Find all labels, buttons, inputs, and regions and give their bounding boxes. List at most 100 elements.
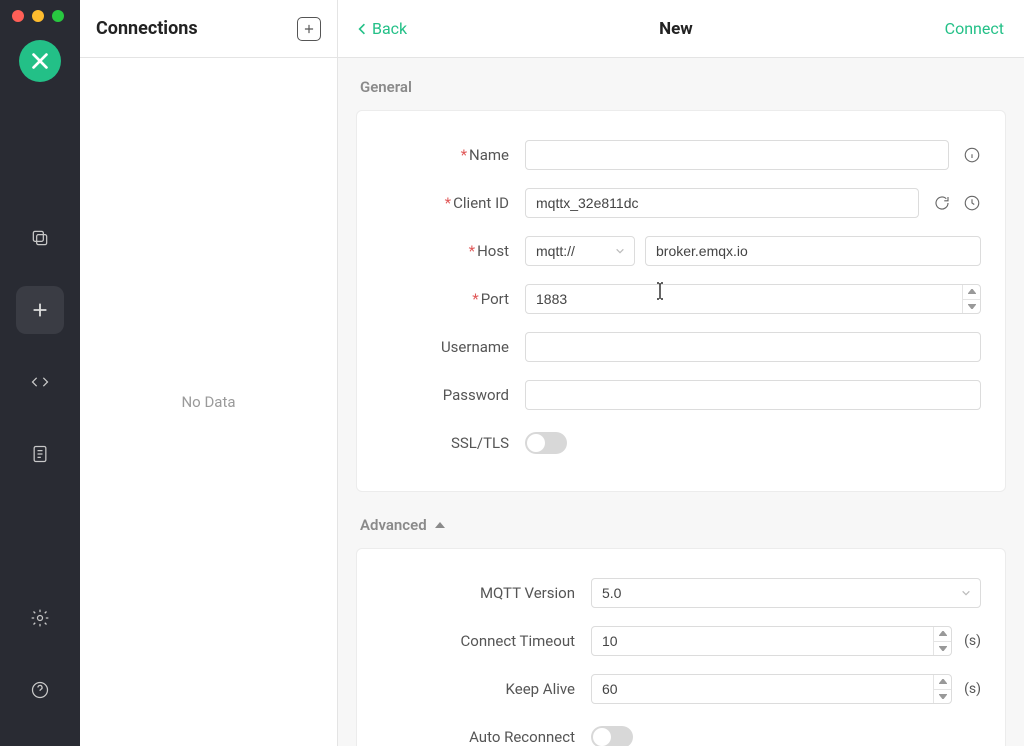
row-port: *Port xyxy=(381,277,981,321)
port-label-text: Port xyxy=(481,290,509,308)
password-input[interactable] xyxy=(525,380,981,410)
keep-alive-stepper[interactable] xyxy=(933,675,951,703)
clock-icon[interactable] xyxy=(963,194,981,212)
copy-icon xyxy=(30,228,50,248)
auto-reconnect-toggle[interactable] xyxy=(591,726,633,746)
ct-step-down[interactable] xyxy=(934,641,951,656)
row-username: Username xyxy=(381,325,981,369)
nav-settings[interactable] xyxy=(16,594,64,642)
row-client-id: *Client ID xyxy=(381,181,981,225)
logo-x-icon xyxy=(29,50,51,72)
row-ssl: SSL/TLS xyxy=(381,421,981,465)
refresh-icon[interactable] xyxy=(933,194,951,212)
name-label-text: Name xyxy=(469,146,509,164)
caret-down-icon xyxy=(939,694,947,699)
help-icon xyxy=(30,680,50,700)
window-traffic-lights xyxy=(12,10,64,22)
clientid-input[interactable] xyxy=(525,188,919,218)
close-window-button[interactable] xyxy=(12,10,24,22)
plus-icon xyxy=(29,299,51,321)
app-root: Connections No Data Back New Connect Gen… xyxy=(0,0,1024,746)
row-host: *Host xyxy=(381,229,981,273)
connections-empty: No Data xyxy=(80,58,337,746)
host-label: *Host xyxy=(381,242,525,260)
username-label: Username xyxy=(381,338,525,356)
port-step-up[interactable] xyxy=(963,285,980,299)
advanced-section-text: Advanced xyxy=(360,516,427,534)
row-keep-alive: Keep Alive (s) xyxy=(381,667,981,711)
detail-panel: Back New Connect General *Name *Client I… xyxy=(338,0,1024,746)
caret-up-icon xyxy=(939,679,947,684)
connections-title: Connections xyxy=(96,18,198,39)
plus-small-icon xyxy=(302,22,316,36)
mqtt-version-select[interactable] xyxy=(591,578,981,608)
chevron-left-icon xyxy=(358,22,366,36)
row-name: *Name xyxy=(381,133,981,177)
detail-header: Back New Connect xyxy=(338,0,1024,58)
clientid-label: *Client ID xyxy=(381,194,525,212)
keep-alive-label: Keep Alive xyxy=(381,680,591,698)
ct-step-up[interactable] xyxy=(934,627,951,641)
mqtt-version-value[interactable] xyxy=(591,578,981,608)
page-title: New xyxy=(659,19,693,39)
port-input[interactable] xyxy=(525,284,981,314)
detail-body: General *Name *Client ID xyxy=(338,58,1024,746)
caret-up-icon xyxy=(435,522,445,528)
info-icon[interactable] xyxy=(963,146,981,164)
mqtt-version-label: MQTT Version xyxy=(381,584,591,602)
port-label: *Port xyxy=(381,290,525,308)
password-label: Password xyxy=(381,386,525,404)
app-logo xyxy=(19,40,61,82)
caret-up-icon xyxy=(939,631,947,636)
caret-down-icon xyxy=(968,304,976,309)
nav-copy-icon[interactable] xyxy=(16,214,64,262)
scheme-select[interactable] xyxy=(525,236,635,266)
row-connect-timeout: Connect Timeout (s) xyxy=(381,619,981,663)
general-card: *Name *Client ID *Host xyxy=(356,110,1006,492)
ssl-label: SSL/TLS xyxy=(381,434,525,452)
auto-reconnect-label: Auto Reconnect xyxy=(381,728,591,746)
nav-script-icon[interactable] xyxy=(16,358,64,406)
ka-step-up[interactable] xyxy=(934,675,951,689)
row-auto-reconnect: Auto Reconnect xyxy=(381,715,981,746)
connect-timeout-input[interactable] xyxy=(591,626,952,656)
ct-unit: (s) xyxy=(964,633,981,649)
connect-timeout-label: Connect Timeout xyxy=(381,632,591,650)
advanced-card: MQTT Version Connect Timeout xyxy=(356,548,1006,746)
ka-step-down[interactable] xyxy=(934,689,951,704)
ssl-toggle[interactable] xyxy=(525,432,567,454)
zoom-window-button[interactable] xyxy=(52,10,64,22)
caret-up-icon xyxy=(968,289,976,294)
name-label: *Name xyxy=(381,146,525,164)
name-input[interactable] xyxy=(525,140,949,170)
general-section-label: General xyxy=(360,78,1006,96)
gear-icon xyxy=(30,608,50,628)
host-input[interactable] xyxy=(645,236,981,266)
back-button[interactable]: Back xyxy=(358,19,407,38)
add-connection-button[interactable] xyxy=(297,17,321,41)
row-password: Password xyxy=(381,373,981,417)
port-step-down[interactable] xyxy=(963,299,980,314)
caret-down-icon xyxy=(939,646,947,651)
ka-unit: (s) xyxy=(964,681,981,697)
nav-log-icon[interactable] xyxy=(16,430,64,478)
code-icon xyxy=(30,372,50,392)
row-mqtt-version: MQTT Version xyxy=(381,571,981,615)
minimize-window-button[interactable] xyxy=(32,10,44,22)
file-icon xyxy=(30,444,50,464)
host-label-text: Host xyxy=(477,242,509,260)
scheme-value[interactable] xyxy=(525,236,635,266)
username-input[interactable] xyxy=(525,332,981,362)
nav-new-button[interactable] xyxy=(16,286,64,334)
icon-sidebar xyxy=(0,0,80,746)
connect-timeout-stepper[interactable] xyxy=(933,627,951,655)
connections-header: Connections xyxy=(80,0,337,58)
advanced-section-label[interactable]: Advanced xyxy=(360,516,1006,534)
keep-alive-input[interactable] xyxy=(591,674,952,704)
back-label: Back xyxy=(372,19,407,38)
connections-panel: Connections No Data xyxy=(80,0,338,746)
port-stepper[interactable] xyxy=(962,285,980,313)
clientid-label-text: Client ID xyxy=(453,194,509,212)
nav-help[interactable] xyxy=(16,666,64,714)
connect-button[interactable]: Connect xyxy=(945,19,1004,38)
